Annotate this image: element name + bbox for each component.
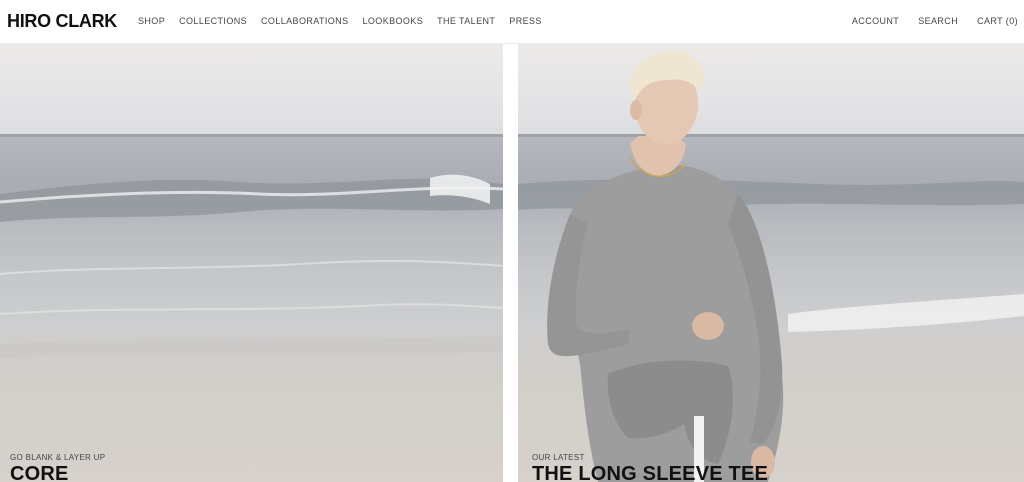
search-link[interactable]: SEARCH [918,16,958,26]
brand-logo[interactable]: HIRO CLARK [7,11,117,32]
main-nav: SHOP COLLECTIONS COLLABORATIONS LOOKBOOK… [138,16,556,26]
nav-item-lookbooks[interactable]: LOOKBOOKS [362,16,423,26]
nav-item-collaborations[interactable]: COLLABORATIONS [261,16,348,26]
nav-item-the-talent[interactable]: THE TALENT [437,16,495,26]
nav-item-collections[interactable]: COLLECTIONS [179,16,247,26]
nav-item-shop[interactable]: SHOP [138,16,165,26]
utility-nav: ACCOUNT SEARCH CART (0) [833,16,1018,26]
model-photo [518,44,1024,482]
hero-title-long-sleeve-tee[interactable]: THE LONG SLEEVE TEE [532,464,768,482]
account-link[interactable]: ACCOUNT [852,16,899,26]
site-header: HIRO CLARK SHOP COLLECTIONS COLLABORATIO… [0,0,1024,44]
hero-title-core[interactable]: CORE [10,464,105,482]
hero-kicker-core: GO BLANK & LAYER UP [10,453,106,462]
hero-panel-long-sleeve-tee[interactable]: OUR LATEST THE LONG SLEEVE TEE [518,44,1024,482]
hero-caption-core: GO BLANK & LAYER UP CORE [10,453,105,482]
wave-illustration [0,174,503,358]
hero-kicker-latest: OUR LATEST [532,453,585,462]
panel-divider [503,44,518,482]
hero-panel-core[interactable]: GO BLANK & LAYER UP CORE [0,44,503,482]
beach-photo [0,44,503,482]
nav-item-press[interactable]: PRESS [509,16,542,26]
cart-link[interactable]: CART (0) [977,16,1018,26]
hero-caption-long-sleeve-tee: OUR LATEST THE LONG SLEEVE TEE [532,453,768,482]
model-figure-illustration [518,50,1024,482]
